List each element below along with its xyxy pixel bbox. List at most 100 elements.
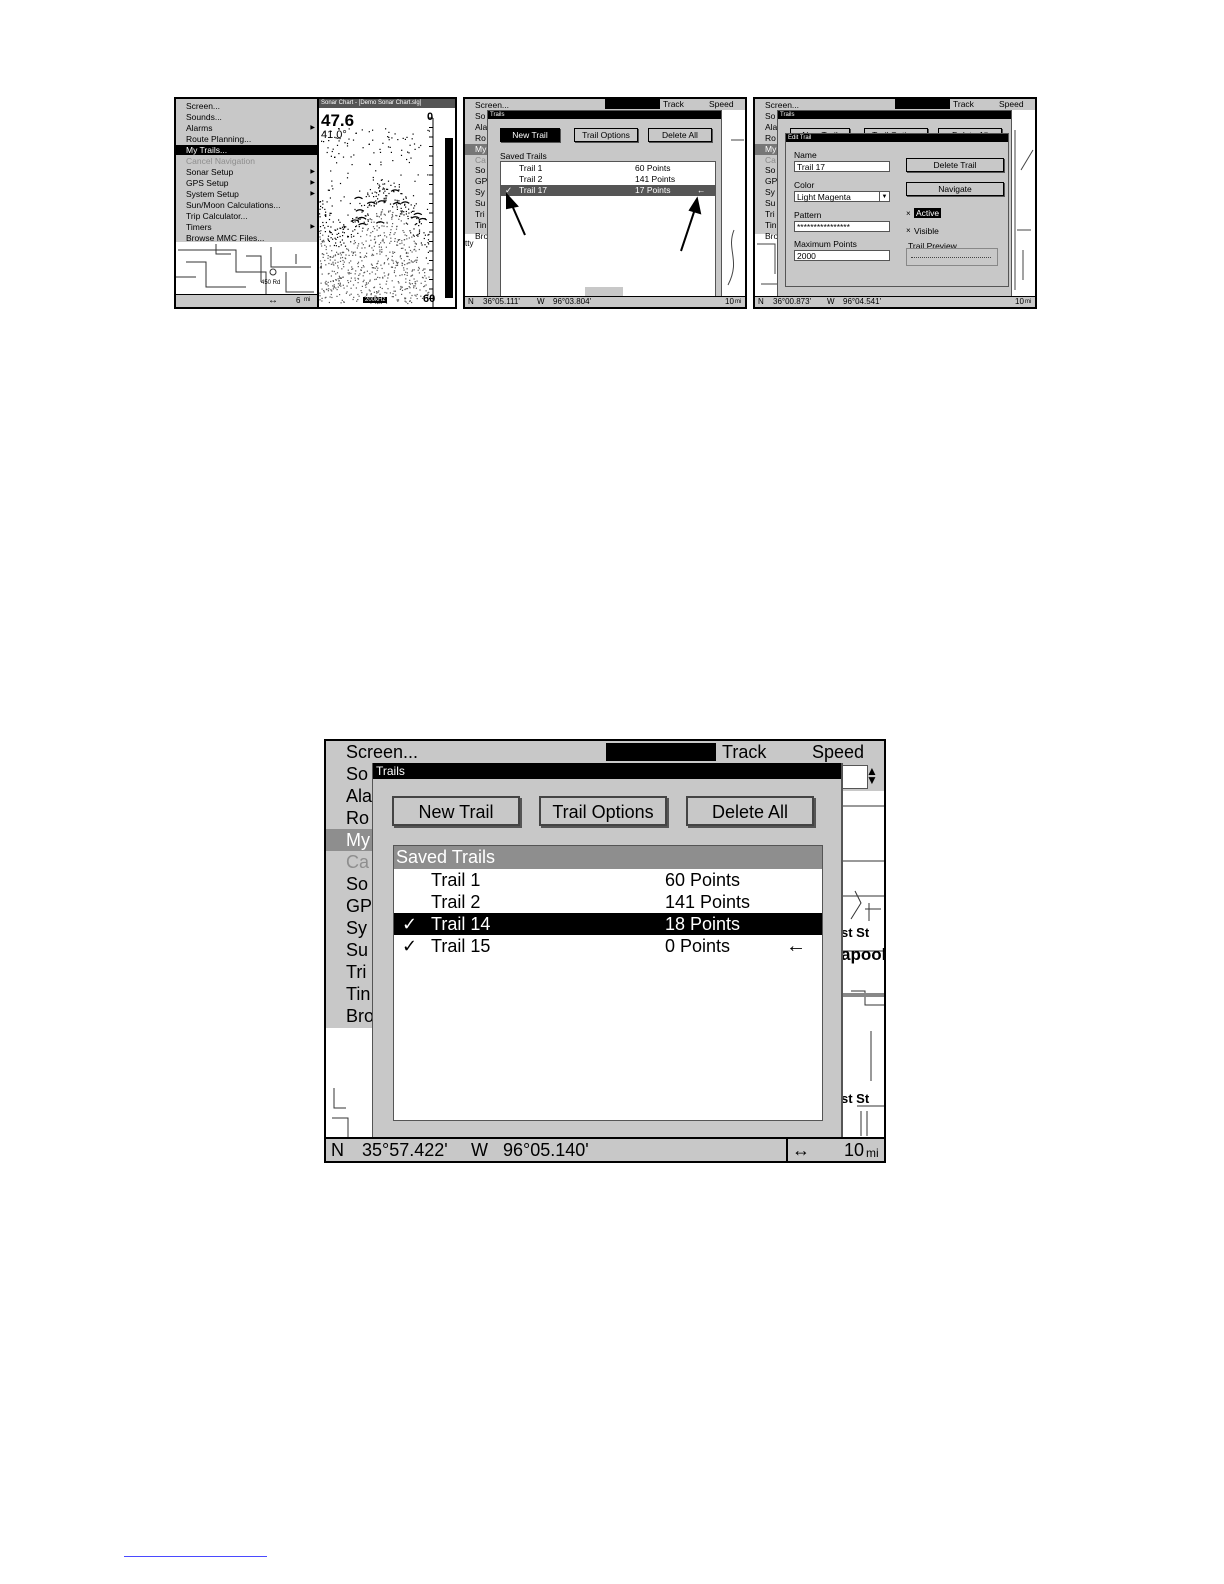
- saved-trails-header: Saved Trails: [394, 846, 822, 869]
- menu-item[interactable]: Sun/Moon Calculations...: [186, 200, 281, 210]
- edit-dialog-title: Edit Trail: [786, 134, 1008, 142]
- status-divider: [786, 1139, 788, 1161]
- menu-item-label: Sun/Moon Calculations...: [186, 200, 281, 210]
- menu-item[interactable]: So: [346, 763, 368, 785]
- screenshot-edit-trail: Track Speed Screen... So Ala Ro My Ca So GP Sy Su…: [753, 97, 1037, 309]
- menu-item[interactable]: Ala: [346, 785, 372, 807]
- trail-preview-line: [911, 257, 991, 258]
- menu-item[interactable]: Sy: [346, 917, 367, 939]
- screen-menu-item[interactable]: Screen...: [346, 741, 418, 763]
- map-strip: [1010, 110, 1035, 300]
- max-points-label: Maximum Points: [794, 239, 857, 249]
- menu-item[interactable]: Alarms: [186, 123, 212, 133]
- navigate-button[interactable]: Navigate: [906, 182, 1004, 196]
- track-label: Track: [722, 742, 767, 762]
- frequency-label: 200kHz: [363, 297, 388, 303]
- track-label: Track: [953, 99, 974, 109]
- zoom-unit: mi: [1025, 299, 1032, 305]
- black-box: [606, 743, 716, 761]
- depth-bar: [445, 138, 453, 298]
- max-points-field[interactable]: 2000: [794, 250, 890, 261]
- map-preview: 450 Rd: [176, 242, 317, 297]
- delete-trail-button[interactable]: Delete Trail: [906, 158, 1004, 172]
- menu-item[interactable]: Timers: [186, 222, 212, 232]
- menu-item[interactable]: Su: [765, 198, 775, 209]
- zoom-unit: mi: [735, 299, 742, 305]
- submenu-arrow-icon: ▶: [310, 224, 315, 230]
- speed-label: Speed: [999, 99, 1024, 109]
- menu-item[interactable]: Trip Calculator...: [186, 211, 248, 221]
- latitude: 36°05.111': [483, 297, 520, 306]
- menu-item[interactable]: Ro: [765, 133, 776, 144]
- name-field[interactable]: Trail 17: [794, 161, 890, 172]
- up-down-arrows-icon[interactable]: ▲ ▼: [866, 765, 878, 786]
- depth-readout: 47.6: [321, 111, 355, 130]
- menu-item-label: Alarms: [186, 123, 213, 133]
- menu-item[interactable]: Ca: [765, 155, 776, 166]
- menu-item[interactable]: Ala: [765, 122, 777, 133]
- chevron-down-icon[interactable]: ▼: [879, 192, 889, 201]
- menu-item-label: Cancel Navigation: [186, 156, 255, 166]
- menu-item[interactable]: Screen...: [186, 101, 220, 111]
- menu-item-label: Sonar Setup: [186, 167, 234, 177]
- trails-list: Saved Trails Trail 1 60 Points Trail 2 141 …: [393, 845, 823, 1121]
- menu-item[interactable]: Tin: [765, 220, 777, 231]
- menu-item[interactable]: Su: [346, 939, 368, 961]
- menu-item[interactable]: Ro: [346, 807, 369, 829]
- menu-item[interactable]: Sy: [765, 187, 775, 198]
- submenu-arrow-icon: ▶: [310, 169, 315, 175]
- zoom-value: 10: [844, 1140, 865, 1160]
- menu-item[interactable]: Tin: [346, 983, 370, 1005]
- list-item[interactable]: Trail 1 60 Points: [394, 869, 822, 891]
- active-label: Active: [914, 208, 942, 218]
- menu-item-label: Route Planning...: [186, 134, 252, 144]
- menu-item[interactable]: System Setup: [186, 189, 239, 199]
- menu-item[interactable]: My: [326, 829, 372, 851]
- menu-item[interactable]: Tri: [346, 961, 366, 983]
- menu-item[interactable]: Route Planning...: [186, 134, 251, 144]
- west-label: W: [471, 1140, 488, 1160]
- north-label: N: [468, 297, 474, 306]
- menu-item[interactable]: Bro: [346, 1005, 374, 1027]
- range-arrows-icon: ↔: [792, 1140, 810, 1160]
- north-label: N: [331, 1140, 344, 1160]
- menu-item[interactable]: Cancel Navigation: [186, 156, 255, 166]
- status-bar: N 35°57.422' W 96°05.140' ↔ 10 mi: [326, 1137, 884, 1161]
- depth-scale: [429, 117, 434, 307]
- main-menu: Screen... Sounds... Alarms ▶ Route Planning.…: [176, 99, 317, 243]
- list-item[interactable]: ✓ Trail 15 0 Points ←: [394, 935, 822, 957]
- list-item[interactable]: ✓ Trail 14 18 Points: [394, 913, 822, 935]
- menu-item[interactable]: My Trails...: [176, 145, 317, 155]
- delete-all-button[interactable]: Delete All: [686, 796, 814, 826]
- menu-item[interactable]: Tri: [765, 209, 775, 220]
- map-town-label: apool: [841, 945, 886, 964]
- new-trail-button[interactable]: New Trail: [392, 796, 520, 826]
- zoom-value: 10: [725, 297, 734, 306]
- active-checkbox[interactable]: ×: [906, 209, 911, 218]
- trail-options-button[interactable]: Trail Options: [539, 796, 667, 826]
- menu-item[interactable]: So: [765, 165, 775, 176]
- list-item[interactable]: Trail 2 141 Points: [394, 891, 822, 913]
- menu-item[interactable]: So: [346, 873, 368, 895]
- menu-item[interactable]: Ca: [346, 851, 369, 873]
- visible-checkbox[interactable]: ×: [906, 226, 911, 235]
- menu-item[interactable]: GP: [765, 176, 777, 187]
- status-bar: ↔ 6 mi: [176, 294, 317, 307]
- menu-item[interactable]: GP: [346, 895, 372, 917]
- menu-item[interactable]: So: [765, 111, 775, 122]
- pattern-field[interactable]: ****************: [794, 221, 890, 232]
- menu-item-label: System Setup: [186, 189, 239, 199]
- menu-item-label: Trip Calculator...: [186, 211, 248, 221]
- submenu-arrow-icon: ▶: [310, 125, 315, 131]
- edit-trail-dialog: Edit Trail Name Trail 17 Color Light Mag…: [785, 133, 1009, 287]
- trail-points: 141 Points: [665, 892, 751, 912]
- screenshot-trails-large: st St apool st St Screen... Track Speed …: [324, 739, 886, 1163]
- color-select[interactable]: Light Magenta ▼: [794, 191, 890, 202]
- menu-item[interactable]: Sounds...: [186, 112, 222, 122]
- trail-preview-box: [906, 248, 998, 266]
- menu-item-label: GPS Setup: [186, 178, 229, 188]
- color-label: Color: [794, 180, 815, 190]
- menu-item[interactable]: Sonar Setup: [186, 167, 233, 177]
- map-lines-graphic: [176, 244, 314, 294]
- menu-item[interactable]: GPS Setup: [186, 178, 229, 188]
